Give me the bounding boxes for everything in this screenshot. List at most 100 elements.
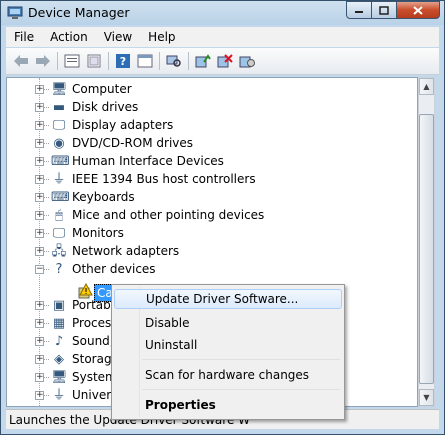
expand-icon[interactable]: +	[35, 373, 44, 382]
tree-item-label: Sound,	[72, 334, 114, 348]
other-devices-icon: ?	[55, 262, 63, 277]
tree-connector	[44, 269, 49, 270]
toolbar-separator	[159, 52, 160, 70]
hid-icon: ⌨	[51, 154, 70, 169]
properties-icon[interactable]	[63, 52, 81, 70]
collapse-icon[interactable]: −	[35, 265, 44, 274]
maximize-icon	[379, 5, 389, 15]
forward-arrow-icon[interactable]	[34, 52, 52, 70]
tree-item-label: Mice and other pointing devices	[72, 208, 265, 222]
expand-icon[interactable]: +	[35, 121, 44, 130]
tree-connector	[44, 395, 49, 396]
tree-connector	[44, 359, 49, 360]
expand-icon[interactable]: +	[35, 157, 44, 166]
tree-connector	[44, 215, 49, 216]
expand-icon[interactable]: +	[35, 301, 44, 310]
tree-item[interactable]: + 🖵 Display adapters	[7, 117, 417, 135]
window-title: Device Manager	[28, 5, 130, 20]
context-menu-scan[interactable]: Scan for hardware changes	[114, 365, 342, 385]
tree-connector	[44, 341, 49, 342]
expand-icon[interactable]: +	[35, 175, 44, 184]
computer-icon: 🖥	[51, 82, 68, 97]
tree-item[interactable]: + 🖵 Monitors	[7, 225, 417, 243]
tree-item-label: IEEE 1394 Bus host controllers	[72, 172, 256, 186]
portable-devices-icon: ▣	[52, 298, 66, 313]
keyboard-icon: ⌨	[51, 190, 70, 205]
expand-icon[interactable]: +	[35, 391, 44, 400]
back-arrow-icon[interactable]	[12, 52, 30, 70]
update-driver-icon[interactable]	[194, 52, 212, 70]
details-icon[interactable]	[136, 52, 154, 70]
scroll-up-button[interactable]: ▲	[419, 78, 434, 95]
tree-item[interactable]: + 🖧 Network adapters	[7, 243, 417, 261]
list-icon[interactable]	[85, 52, 103, 70]
sound-icon: ♪	[54, 334, 64, 349]
display-adapter-icon: 🖵	[52, 118, 66, 133]
toolbar-separator	[188, 52, 189, 70]
context-menu: Update Driver Software... Disable Uninst…	[111, 284, 345, 420]
expand-icon[interactable]: +	[35, 193, 44, 202]
context-menu-update-driver[interactable]: Update Driver Software...	[114, 289, 342, 309]
expand-icon[interactable]: +	[35, 103, 44, 112]
uninstall-icon[interactable]	[216, 52, 234, 70]
tree-item-label: Disk drives	[72, 100, 139, 114]
toolbar-separator	[57, 52, 58, 70]
context-menu-uninstall[interactable]: Uninstall	[114, 335, 342, 355]
mouse-icon: 🖱	[55, 208, 63, 223]
tree-item-label: Other devices	[72, 262, 156, 276]
context-menu-separator	[142, 389, 340, 390]
context-menu-properties[interactable]: Properties	[114, 395, 342, 415]
system-devices-icon: 🖥	[51, 370, 68, 385]
expand-icon[interactable]: +	[35, 85, 44, 94]
expand-icon[interactable]: +	[35, 139, 44, 148]
disk-drive-icon: ▬	[52, 100, 66, 115]
tree-item-label: Keyboards	[72, 190, 135, 204]
warning-device-icon	[78, 283, 93, 299]
tree-connector	[44, 305, 49, 306]
context-menu-disable[interactable]: Disable	[114, 313, 342, 333]
tree-item[interactable]: + ▬ Disk drives	[7, 99, 417, 117]
expand-icon[interactable]: +	[35, 229, 44, 238]
tree-connector	[44, 251, 49, 252]
tree-item[interactable]: + ⌨ Human Interface Devices	[7, 153, 417, 171]
tree-connector	[44, 179, 49, 180]
menu-view[interactable]: View	[96, 30, 140, 44]
device-manager-window: Device Manager File Action View Help ? +…	[0, 0, 445, 435]
toolbar: ?	[6, 48, 439, 75]
scroll-down-button[interactable]: ▼	[419, 389, 434, 406]
tree-item[interactable]: + ◉ DVD/CD-ROM drives	[7, 135, 417, 153]
close-button[interactable]	[397, 1, 440, 19]
tree-connector	[44, 197, 49, 198]
title-bar[interactable]: Device Manager	[1, 1, 444, 25]
expand-icon[interactable]: +	[35, 247, 44, 256]
tree-connector	[44, 161, 49, 162]
svg-text:?: ?	[120, 55, 126, 68]
expand-icon[interactable]: +	[35, 337, 44, 346]
expand-icon[interactable]: +	[35, 319, 44, 328]
vertical-scrollbar[interactable]: ▲ ▼	[418, 77, 435, 407]
help-icon[interactable]: ?	[114, 52, 132, 70]
tree-item-label: Computer	[72, 82, 132, 96]
disable-icon[interactable]	[238, 52, 256, 70]
tree-item-label: Monitors	[72, 226, 124, 240]
minimize-icon	[355, 11, 363, 13]
minimize-button[interactable]	[346, 1, 372, 19]
tree-item[interactable]: + ⏚ IEEE 1394 Bus host controllers	[7, 171, 417, 189]
tree-item[interactable]: + 🖥 Computer	[7, 81, 417, 99]
firewire-icon: ⏚	[52, 172, 66, 187]
scan-icon[interactable]	[165, 52, 183, 70]
tree-connector	[44, 107, 49, 108]
tree-item[interactable]: + 🖱 Mice and other pointing devices	[7, 207, 417, 225]
expand-icon[interactable]: +	[35, 355, 44, 364]
scroll-thumb[interactable]	[419, 114, 434, 384]
expand-icon[interactable]: +	[35, 211, 44, 220]
tree-connector	[44, 89, 49, 90]
menu-action[interactable]: Action	[42, 30, 96, 44]
maximize-button[interactable]	[372, 1, 397, 19]
tree-item[interactable]: + ⌨ Keyboards	[7, 189, 417, 207]
dvd-drive-icon: ◉	[53, 136, 65, 151]
monitor-icon: 🖵	[52, 226, 66, 241]
menu-file[interactable]: File	[6, 30, 42, 44]
tree-item[interactable]: −? Other devices	[7, 261, 417, 279]
menu-help[interactable]: Help	[140, 30, 183, 44]
